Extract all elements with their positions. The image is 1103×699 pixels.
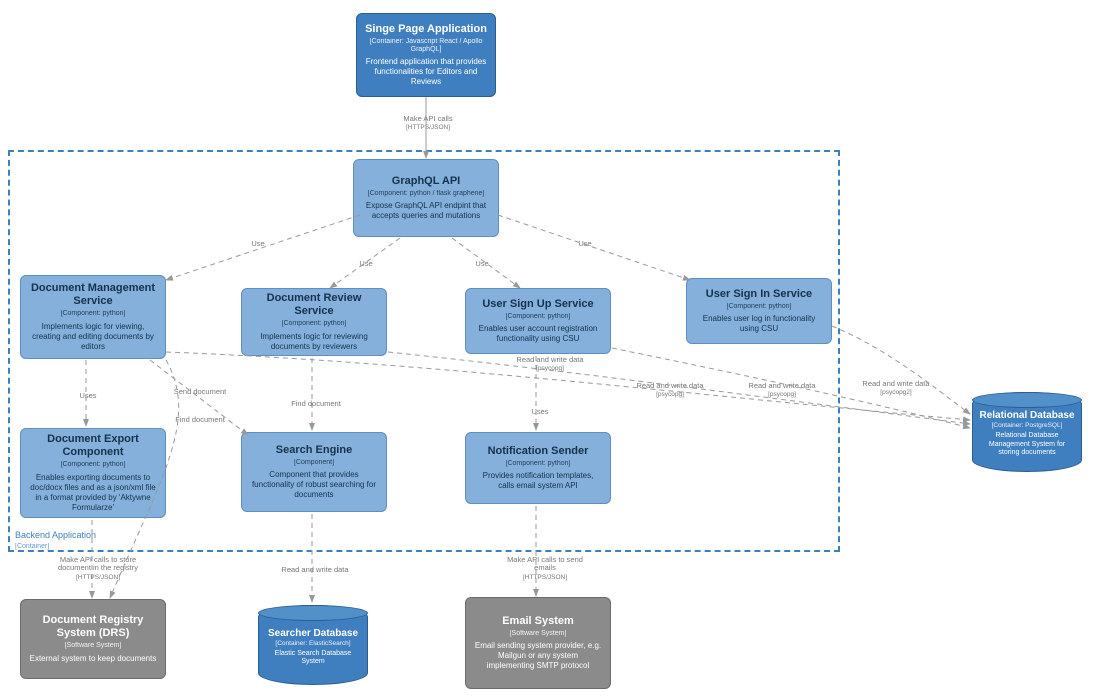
label-rw-3: Read and write data[psycopg] [742,382,822,399]
node-signin: User Sign In Service [Component: python]… [686,278,832,344]
label-rw-1: Read and write data[psycopg] [510,356,590,373]
label-search-rw: Read and write data [280,566,350,574]
label-make-api-calls: Make API calls[HTTPS/JSON] [388,115,468,132]
node-spa: Singe Page Application [Container: Javas… [356,13,496,97]
diagram-canvas: Backend Application [Container] Singe Pa… [0,0,1103,699]
node-notification: Notification Sender [Component: python] … [465,432,611,504]
label-uses-notif: Uses [520,408,560,416]
node-review: Document Review Service [Component: pyth… [241,288,387,356]
node-search-engine: Search Engine [Component] Component that… [241,432,387,512]
label-send-doc: Send document [160,388,240,396]
node-searcher-db: Searcher Database [Container: ElasticSea… [258,605,368,685]
node-email: Email System [Software System] Email sen… [465,597,611,689]
node-drs: Document Registry System (DRS) [Software… [20,599,166,679]
label-store-registry: Make API calls to store document in the … [48,556,148,581]
backend-boundary-label: Backend Application [Container] [15,530,96,550]
node-graphql-api: GraphQL API [Component: python / flask g… [353,159,499,237]
label-rw-4: Read and write data[psycopg2] [856,380,936,397]
label-use-3: Use [462,260,502,268]
label-find-doc-2: Find document [276,400,356,408]
label-uses-export: Uses [68,392,108,400]
node-signup: User Sign Up Service [Component: python]… [465,288,611,354]
label-use-4: Use [565,240,605,248]
label-email-api: Make API calls to send emails[HTTPS/JSON… [500,556,590,581]
label-use-2: Use [346,260,386,268]
label-find-doc-1: Find document [160,416,240,424]
node-dms: Document Management Service [Component: … [20,275,166,359]
label-use-1: Use [238,240,278,248]
label-rw-2: Read and write data[psycopg] [630,382,710,399]
node-export: Document Export Component [Component: py… [20,428,166,518]
node-relational-db: Relational Database [Container: PostgreS… [972,392,1082,472]
